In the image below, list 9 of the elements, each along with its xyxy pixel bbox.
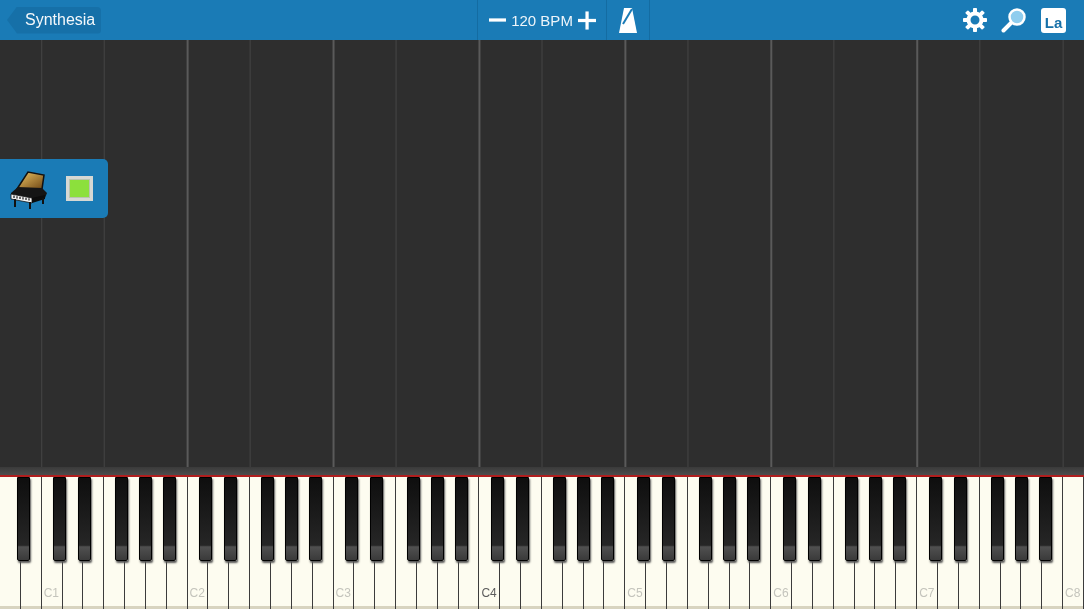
natural-key[interactable]: C8 [1063,477,1084,609]
tempo-label: 120 BPM [511,11,573,29]
track-panel[interactable] [0,159,108,218]
back-button[interactable]: Synthesia [7,6,102,34]
settings-icon[interactable] [963,8,987,32]
note-names-button[interactable]: La [1041,7,1066,33]
metronome-icon[interactable] [619,7,637,33]
search-icon[interactable] [1001,7,1027,33]
plus-icon[interactable] [577,10,596,30]
